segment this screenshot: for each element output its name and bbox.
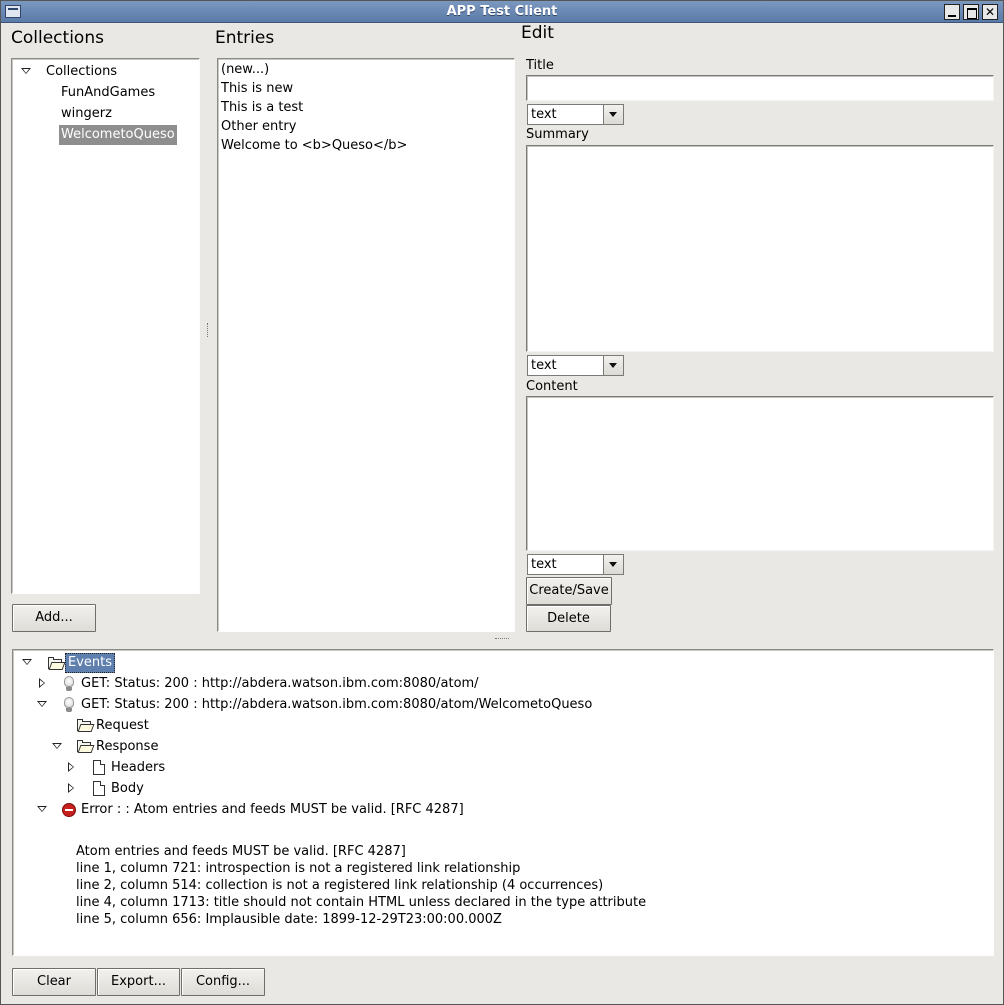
chevron-down-icon[interactable] [603,356,623,375]
title-bar[interactable]: APP Test Client ✕ [1,1,1003,23]
expand-icon[interactable] [68,762,74,772]
collection-item[interactable]: wingerz [61,104,112,124]
collapse-icon[interactable] [22,659,32,665]
folder-open-icon [77,719,95,732]
summary-label: Summary [526,127,589,142]
export-button[interactable]: Export... [97,968,180,996]
entry-item[interactable]: Other entry [221,117,296,136]
error-detail-line: line 1, column 721: introspection is not… [76,861,521,876]
title-type-select[interactable]: text [527,104,624,125]
entry-item[interactable]: Welcome to <b>Queso</b> [221,136,407,155]
delete-button[interactable]: Delete [526,605,611,632]
close-icon[interactable]: ✕ [982,4,998,20]
lightbulb-icon [64,697,74,713]
add-collection-button[interactable]: Add... [12,604,96,632]
collections-tree[interactable]: Collections FunAndGames wingerz Welcomet… [11,58,200,594]
title-type-value: text [531,107,557,122]
entry-item[interactable]: This is new [221,79,293,98]
error-icon [62,803,76,817]
chevron-down-icon[interactable] [603,555,623,574]
collection-item[interactable]: FunAndGames [61,83,155,103]
events-root-label[interactable]: Events [65,653,116,673]
error-detail-line: line 2, column 514: collection is not a … [76,878,604,893]
summary-type-value: text [531,358,557,373]
minimize-icon[interactable] [944,4,960,20]
content-label: Content [526,379,578,394]
chevron-down-icon[interactable] [603,105,623,124]
response-node[interactable]: Response [96,737,158,757]
content-type-select[interactable]: text [527,554,624,575]
document-icon [93,760,105,775]
entries-list[interactable]: (new...) This is new This is a test Othe… [217,58,515,632]
error-detail-line: line 5, column 656: Implausible date: 18… [76,912,502,927]
collapse-icon[interactable] [37,806,47,812]
maximize-icon[interactable] [963,4,979,20]
events-tree[interactable]: Events GET: Status: 200 : http://abdera.… [12,649,994,956]
content-field[interactable] [526,396,994,551]
event-row[interactable]: GET: Status: 200 : http://abdera.watson.… [81,674,479,694]
lightbulb-icon [64,676,74,692]
collapse-icon[interactable] [21,68,31,74]
document-icon [93,781,105,796]
splitter-handle[interactable] [495,638,509,640]
splitter-handle[interactable] [207,323,209,337]
body-node[interactable]: Body [111,779,144,799]
collapse-icon[interactable] [52,743,62,749]
config-button[interactable]: Config... [181,968,265,996]
collections-header: Collections [11,28,104,48]
edit-header: Edit [521,23,554,43]
entry-item[interactable]: This is a test [221,98,303,117]
error-detail-line: line 4, column 1713: title should not co… [76,895,647,910]
collection-item-selected[interactable]: WelcometoQueso [59,125,177,145]
expand-icon[interactable] [68,783,74,793]
folder-open-icon [77,740,95,753]
error-detail-line: Atom entries and feeds MUST be valid. [R… [76,844,406,859]
folder-open-icon [48,657,66,670]
content-type-value: text [531,557,557,572]
title-field[interactable] [526,75,994,101]
expand-icon[interactable] [39,678,45,688]
window-title: APP Test Client [446,4,558,19]
app-window: APP Test Client ✕ Collections Entries Ed… [0,0,1004,1005]
headers-node[interactable]: Headers [111,758,165,778]
title-label: Title [526,58,554,73]
request-node[interactable]: Request [96,716,149,736]
entries-header: Entries [215,28,275,48]
collapse-icon[interactable] [37,701,47,707]
entry-item[interactable]: (new...) [221,60,269,79]
summary-type-select[interactable]: text [527,355,624,376]
create-save-button[interactable]: Create/Save [526,577,612,605]
clear-button[interactable]: Clear [12,968,96,996]
collections-root-label[interactable]: Collections [46,62,117,82]
error-row[interactable]: Error : : Atom entries and feeds MUST be… [81,800,464,820]
summary-field[interactable] [526,145,994,352]
event-row[interactable]: GET: Status: 200 : http://abdera.watson.… [81,695,592,715]
